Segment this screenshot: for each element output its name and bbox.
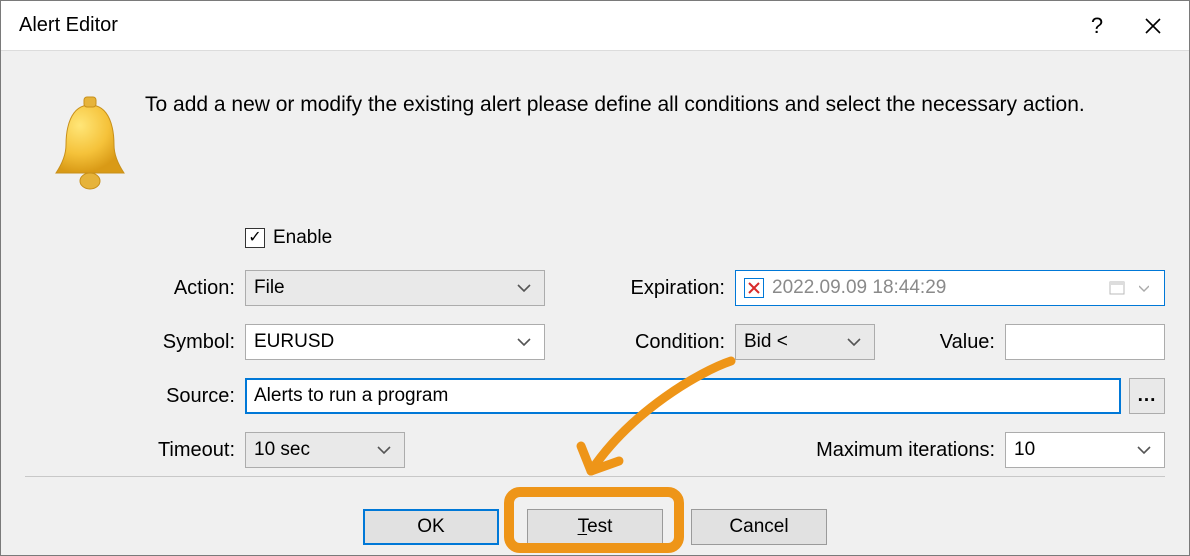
action-combo[interactable]: File	[245, 270, 545, 306]
source-input[interactable]: Alerts to run a program	[245, 378, 1121, 414]
bell-icon-wrap	[35, 89, 145, 195]
source-label: Source:	[135, 385, 245, 408]
test-label: Test	[578, 516, 613, 538]
max-iter-combo[interactable]: 10	[1005, 432, 1165, 468]
condition-value: Bid <	[744, 331, 842, 353]
intro-text: To add a new or modify the existing aler…	[145, 89, 1165, 117]
cancel-label: Cancel	[729, 516, 788, 538]
bell-icon	[50, 95, 130, 195]
chevron-down-icon	[842, 331, 866, 353]
close-icon	[1144, 17, 1162, 35]
browse-label: ...	[1138, 385, 1157, 407]
chevron-down-icon	[512, 277, 536, 299]
ok-label: OK	[417, 516, 444, 538]
clear-date-button[interactable]	[744, 278, 764, 298]
close-button[interactable]	[1125, 1, 1181, 51]
enable-label: Enable	[273, 227, 332, 249]
expiration-value: 2022.09.09 18:44:29	[772, 277, 1104, 299]
enable-checkbox[interactable]: ✓ Enable	[245, 227, 332, 249]
timeout-value: 10 sec	[254, 439, 372, 461]
symbol-label: Symbol:	[135, 331, 245, 354]
title-bar: Alert Editor ?	[1, 1, 1189, 51]
value-label: Value:	[875, 331, 1005, 354]
alert-editor-dialog: Alert Editor ?	[0, 0, 1190, 556]
ok-button[interactable]: OK	[363, 509, 499, 545]
separator	[25, 476, 1165, 477]
client-area: To add a new or modify the existing aler…	[1, 51, 1189, 555]
chevron-down-icon	[1132, 277, 1156, 299]
max-iter-value: 10	[1014, 439, 1132, 461]
timeout-combo[interactable]: 10 sec	[245, 432, 405, 468]
browse-button[interactable]: ...	[1129, 378, 1165, 414]
expiration-field[interactable]: 2022.09.09 18:44:29	[735, 270, 1165, 306]
value-input[interactable]	[1005, 324, 1165, 360]
action-value: File	[254, 277, 512, 299]
test-button[interactable]: Test	[527, 509, 663, 545]
form-area: ✓ Enable Action: File Expiration:	[135, 215, 1165, 477]
window-title: Alert Editor	[19, 14, 1069, 37]
dialog-buttons: OK Test Cancel	[1, 491, 1189, 545]
chevron-down-icon	[1132, 439, 1156, 461]
x-icon	[748, 282, 760, 294]
symbol-value: EURUSD	[254, 331, 512, 353]
checkbox-box: ✓	[245, 228, 265, 248]
expiration-label: Expiration:	[605, 277, 735, 300]
symbol-combo[interactable]: EURUSD	[245, 324, 545, 360]
help-button[interactable]: ?	[1069, 1, 1125, 51]
timeout-label: Timeout:	[135, 439, 245, 462]
chevron-down-icon	[372, 439, 396, 461]
intro-row: To add a new or modify the existing aler…	[25, 69, 1165, 205]
max-iter-label: Maximum iterations:	[795, 439, 1005, 462]
calendar-icon[interactable]	[1104, 280, 1132, 296]
source-text: Alerts to run a program	[254, 385, 448, 407]
condition-combo[interactable]: Bid <	[735, 324, 875, 360]
check-icon: ✓	[248, 230, 261, 246]
cancel-button[interactable]: Cancel	[691, 509, 827, 545]
condition-label: Condition:	[605, 331, 735, 354]
chevron-down-icon	[512, 331, 536, 353]
action-label: Action:	[135, 277, 245, 300]
